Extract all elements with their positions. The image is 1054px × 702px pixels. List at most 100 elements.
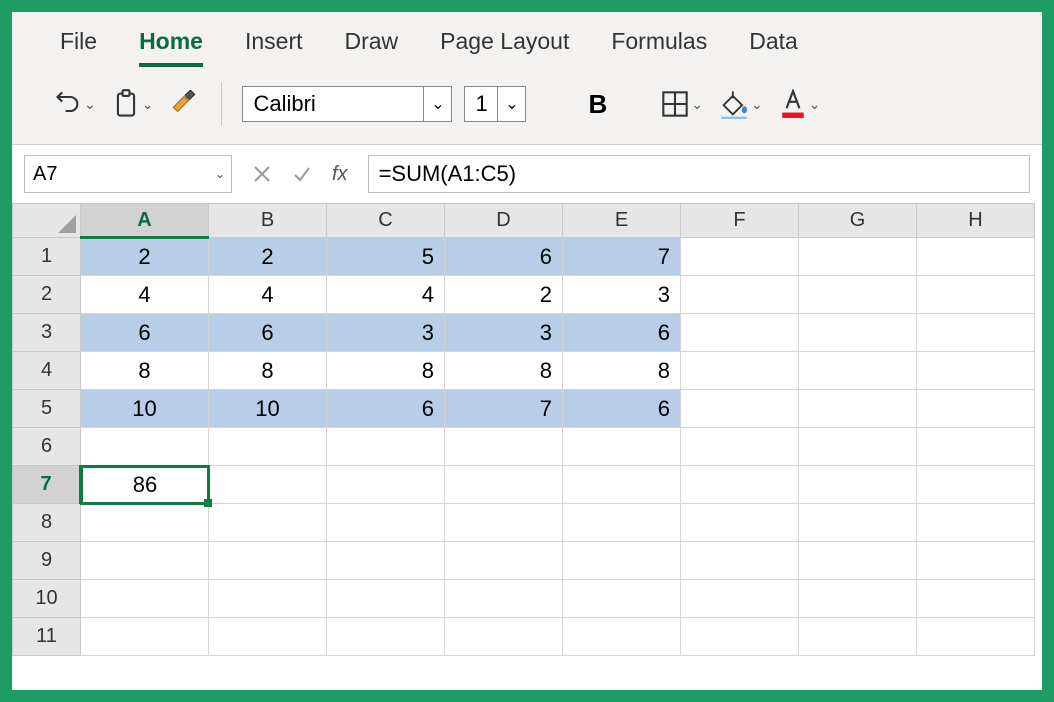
font-color-button[interactable]: ⌄ xyxy=(777,85,823,123)
cell-H1[interactable] xyxy=(917,238,1035,276)
cell-A6[interactable] xyxy=(81,428,209,466)
row-header-10[interactable]: 10 xyxy=(13,580,81,618)
cell-G11[interactable] xyxy=(799,618,917,656)
cell-C1[interactable]: 5 xyxy=(327,238,445,276)
column-header-F[interactable]: F xyxy=(681,204,799,238)
column-header-E[interactable]: E xyxy=(563,204,681,238)
cell-F11[interactable] xyxy=(681,618,799,656)
formula-input[interactable]: =SUM(A1:C5) xyxy=(368,155,1030,193)
cell-C8[interactable] xyxy=(327,504,445,542)
worksheet-grid[interactable]: ABCDEFGH 1225672444233663364888885101067… xyxy=(12,197,1042,690)
name-box[interactable]: A7 ⌄ xyxy=(24,155,232,193)
select-all-corner[interactable] xyxy=(13,204,81,238)
fill-color-button[interactable]: ⌄ xyxy=(717,85,765,123)
row-header-1[interactable]: 1 xyxy=(13,238,81,276)
cell-E8[interactable] xyxy=(563,504,681,542)
cell-H2[interactable] xyxy=(917,276,1035,314)
cell-D2[interactable]: 2 xyxy=(445,276,563,314)
cell-H10[interactable] xyxy=(917,580,1035,618)
cell-G5[interactable] xyxy=(799,390,917,428)
tab-data[interactable]: Data xyxy=(747,22,800,65)
tab-insert[interactable]: Insert xyxy=(243,22,305,65)
row-header-5[interactable]: 5 xyxy=(13,390,81,428)
cell-D9[interactable] xyxy=(445,542,563,580)
cell-G3[interactable] xyxy=(799,314,917,352)
tab-home[interactable]: Home xyxy=(137,22,205,65)
cell-E6[interactable] xyxy=(563,428,681,466)
borders-button[interactable]: ⌄ xyxy=(659,86,705,122)
cell-C9[interactable] xyxy=(327,542,445,580)
cell-E11[interactable] xyxy=(563,618,681,656)
font-name-input[interactable] xyxy=(243,87,423,121)
cell-C4[interactable]: 8 xyxy=(327,352,445,390)
row-header-11[interactable]: 11 xyxy=(13,618,81,656)
cell-D8[interactable] xyxy=(445,504,563,542)
tab-file[interactable]: File xyxy=(58,22,99,65)
cell-G8[interactable] xyxy=(799,504,917,542)
row-header-2[interactable]: 2 xyxy=(13,276,81,314)
cell-B2[interactable]: 4 xyxy=(209,276,327,314)
column-header-D[interactable]: D xyxy=(445,204,563,238)
cell-A2[interactable]: 4 xyxy=(81,276,209,314)
tab-page-layout[interactable]: Page Layout xyxy=(438,22,571,65)
cell-C11[interactable] xyxy=(327,618,445,656)
cell-A5[interactable]: 10 xyxy=(81,390,209,428)
font-size-combo[interactable]: ⌄ xyxy=(464,86,526,122)
cell-A9[interactable] xyxy=(81,542,209,580)
cell-E2[interactable]: 3 xyxy=(563,276,681,314)
enter-icon[interactable] xyxy=(292,164,312,184)
cell-B3[interactable]: 6 xyxy=(209,314,327,352)
cell-B6[interactable] xyxy=(209,428,327,466)
row-header-4[interactable]: 4 xyxy=(13,352,81,390)
cell-G7[interactable] xyxy=(799,466,917,504)
cell-F4[interactable] xyxy=(681,352,799,390)
undo-button[interactable]: ⌄ xyxy=(52,86,98,122)
cell-E5[interactable]: 6 xyxy=(563,390,681,428)
cell-C5[interactable]: 6 xyxy=(327,390,445,428)
row-header-8[interactable]: 8 xyxy=(13,504,81,542)
cell-C3[interactable]: 3 xyxy=(327,314,445,352)
cell-B8[interactable] xyxy=(209,504,327,542)
cell-H6[interactable] xyxy=(917,428,1035,466)
cell-F6[interactable] xyxy=(681,428,799,466)
cell-G4[interactable] xyxy=(799,352,917,390)
column-header-H[interactable]: H xyxy=(917,204,1035,238)
cell-F8[interactable] xyxy=(681,504,799,542)
cell-B1[interactable]: 2 xyxy=(209,238,327,276)
format-painter-button[interactable] xyxy=(167,86,201,122)
cell-C6[interactable] xyxy=(327,428,445,466)
cell-H4[interactable] xyxy=(917,352,1035,390)
cell-H8[interactable] xyxy=(917,504,1035,542)
cell-D5[interactable]: 7 xyxy=(445,390,563,428)
cell-C2[interactable]: 4 xyxy=(327,276,445,314)
cell-G9[interactable] xyxy=(799,542,917,580)
cell-G1[interactable] xyxy=(799,238,917,276)
cell-A1[interactable]: 2 xyxy=(81,238,209,276)
cell-D3[interactable]: 3 xyxy=(445,314,563,352)
row-header-3[interactable]: 3 xyxy=(13,314,81,352)
cell-E9[interactable] xyxy=(563,542,681,580)
cell-F9[interactable] xyxy=(681,542,799,580)
cell-F7[interactable] xyxy=(681,466,799,504)
cell-H3[interactable] xyxy=(917,314,1035,352)
cell-E3[interactable]: 6 xyxy=(563,314,681,352)
cell-E10[interactable] xyxy=(563,580,681,618)
row-header-9[interactable]: 9 xyxy=(13,542,81,580)
cell-A3[interactable]: 6 xyxy=(81,314,209,352)
cell-H7[interactable] xyxy=(917,466,1035,504)
column-header-G[interactable]: G xyxy=(799,204,917,238)
column-header-B[interactable]: B xyxy=(209,204,327,238)
bold-button[interactable]: B xyxy=(578,89,617,120)
cell-G2[interactable] xyxy=(799,276,917,314)
tab-draw[interactable]: Draw xyxy=(343,22,401,65)
cell-D1[interactable]: 6 xyxy=(445,238,563,276)
font-name-combo[interactable]: ⌄ xyxy=(242,86,452,122)
cell-D6[interactable] xyxy=(445,428,563,466)
cell-B5[interactable]: 10 xyxy=(209,390,327,428)
tab-formulas[interactable]: Formulas xyxy=(609,22,709,65)
insert-function-button[interactable]: fx xyxy=(332,163,348,186)
cell-F5[interactable] xyxy=(681,390,799,428)
cell-A4[interactable]: 8 xyxy=(81,352,209,390)
cell-F2[interactable] xyxy=(681,276,799,314)
cell-A8[interactable] xyxy=(81,504,209,542)
